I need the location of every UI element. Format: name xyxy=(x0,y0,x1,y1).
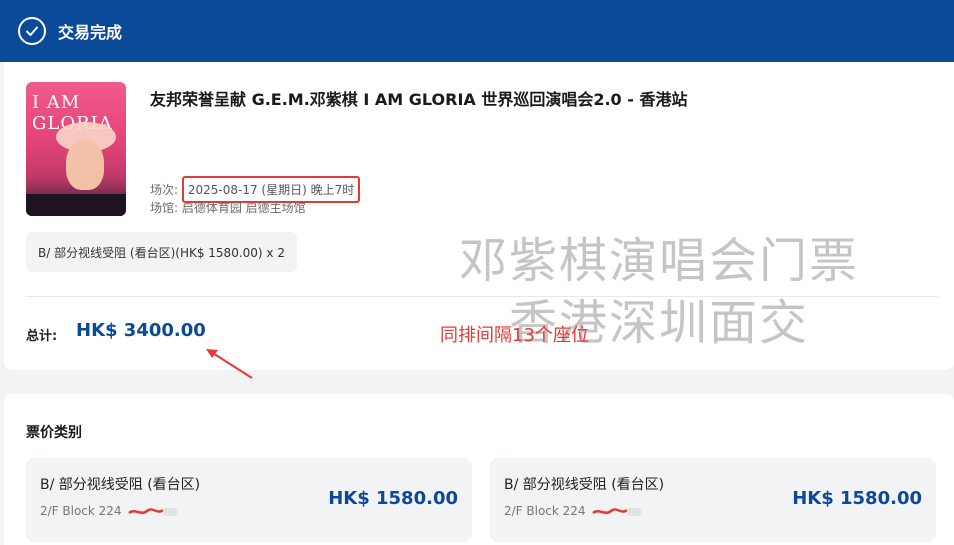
status-header: 交易完成 xyxy=(0,0,954,62)
price-item-amount: HK$ 1580.00 xyxy=(328,488,458,509)
event-title[interactable]: 友邦荣誉呈献 G.E.M.邓紫棋 I AM GLORIA 世界巡回演唱会2.0 … xyxy=(150,86,687,110)
price-item[interactable]: B/ 部分视线受阻 (看台区) 2/F Block 224 HK$ 1580.0… xyxy=(490,458,936,542)
divider xyxy=(26,296,938,297)
seat-text: 2/F Block 224 xyxy=(40,504,122,518)
status-title: 交易完成 xyxy=(58,23,123,42)
order-card: I AM GLORIA 友邦荣誉呈献 G.E.M.邓紫棋 I AM GLORIA… xyxy=(4,62,954,379)
annotation-arrow-icon xyxy=(206,349,253,379)
annotation-note: 同排间隔13个座位 xyxy=(440,325,589,346)
price-item-seat: 2/F Block 224 xyxy=(40,504,178,518)
price-category-card: 票价类别 B/ 部分视线受阻 (看台区) 2/F Block 224 HK$ 1… xyxy=(4,394,954,545)
check-circle-icon xyxy=(18,17,46,45)
seat-text: 2/F Block 224 xyxy=(504,504,586,518)
poster-footer-band xyxy=(26,194,126,216)
poster-face-shape xyxy=(66,140,104,190)
redaction-scribble-icon xyxy=(128,507,178,516)
total-value: HK$ 3400.00 xyxy=(76,320,206,341)
redaction-scribble-icon xyxy=(592,507,642,516)
price-item-amount: HK$ 1580.00 xyxy=(792,488,922,509)
price-item-name: B/ 部分视线受阻 (看台区) xyxy=(504,477,665,493)
event-poster-image[interactable]: I AM GLORIA xyxy=(26,82,126,216)
price-item[interactable]: B/ 部分视线受阻 (看台区) 2/F Block 224 HK$ 1580.0… xyxy=(26,458,472,542)
section-title: 票价类别 xyxy=(26,425,82,441)
watermark-line-1: 邓紫棋演唱会门票 xyxy=(458,233,859,289)
total-label: 总计: xyxy=(26,329,58,344)
venue-row: 场馆: 启德体育园 启德主场馆 xyxy=(150,199,306,216)
session-label: 场次: xyxy=(150,183,182,197)
ticket-summary-chip: B/ 部分视线受阻 (看台区)(HK$ 1580.00) x 2 xyxy=(26,232,297,272)
price-item-seat: 2/F Block 224 xyxy=(504,504,642,518)
venue-label: 场馆: xyxy=(150,201,182,215)
venue-value: 启德体育园 启德主场馆 xyxy=(181,201,306,215)
price-item-name: B/ 部分视线受阻 (看台区) xyxy=(40,477,201,493)
